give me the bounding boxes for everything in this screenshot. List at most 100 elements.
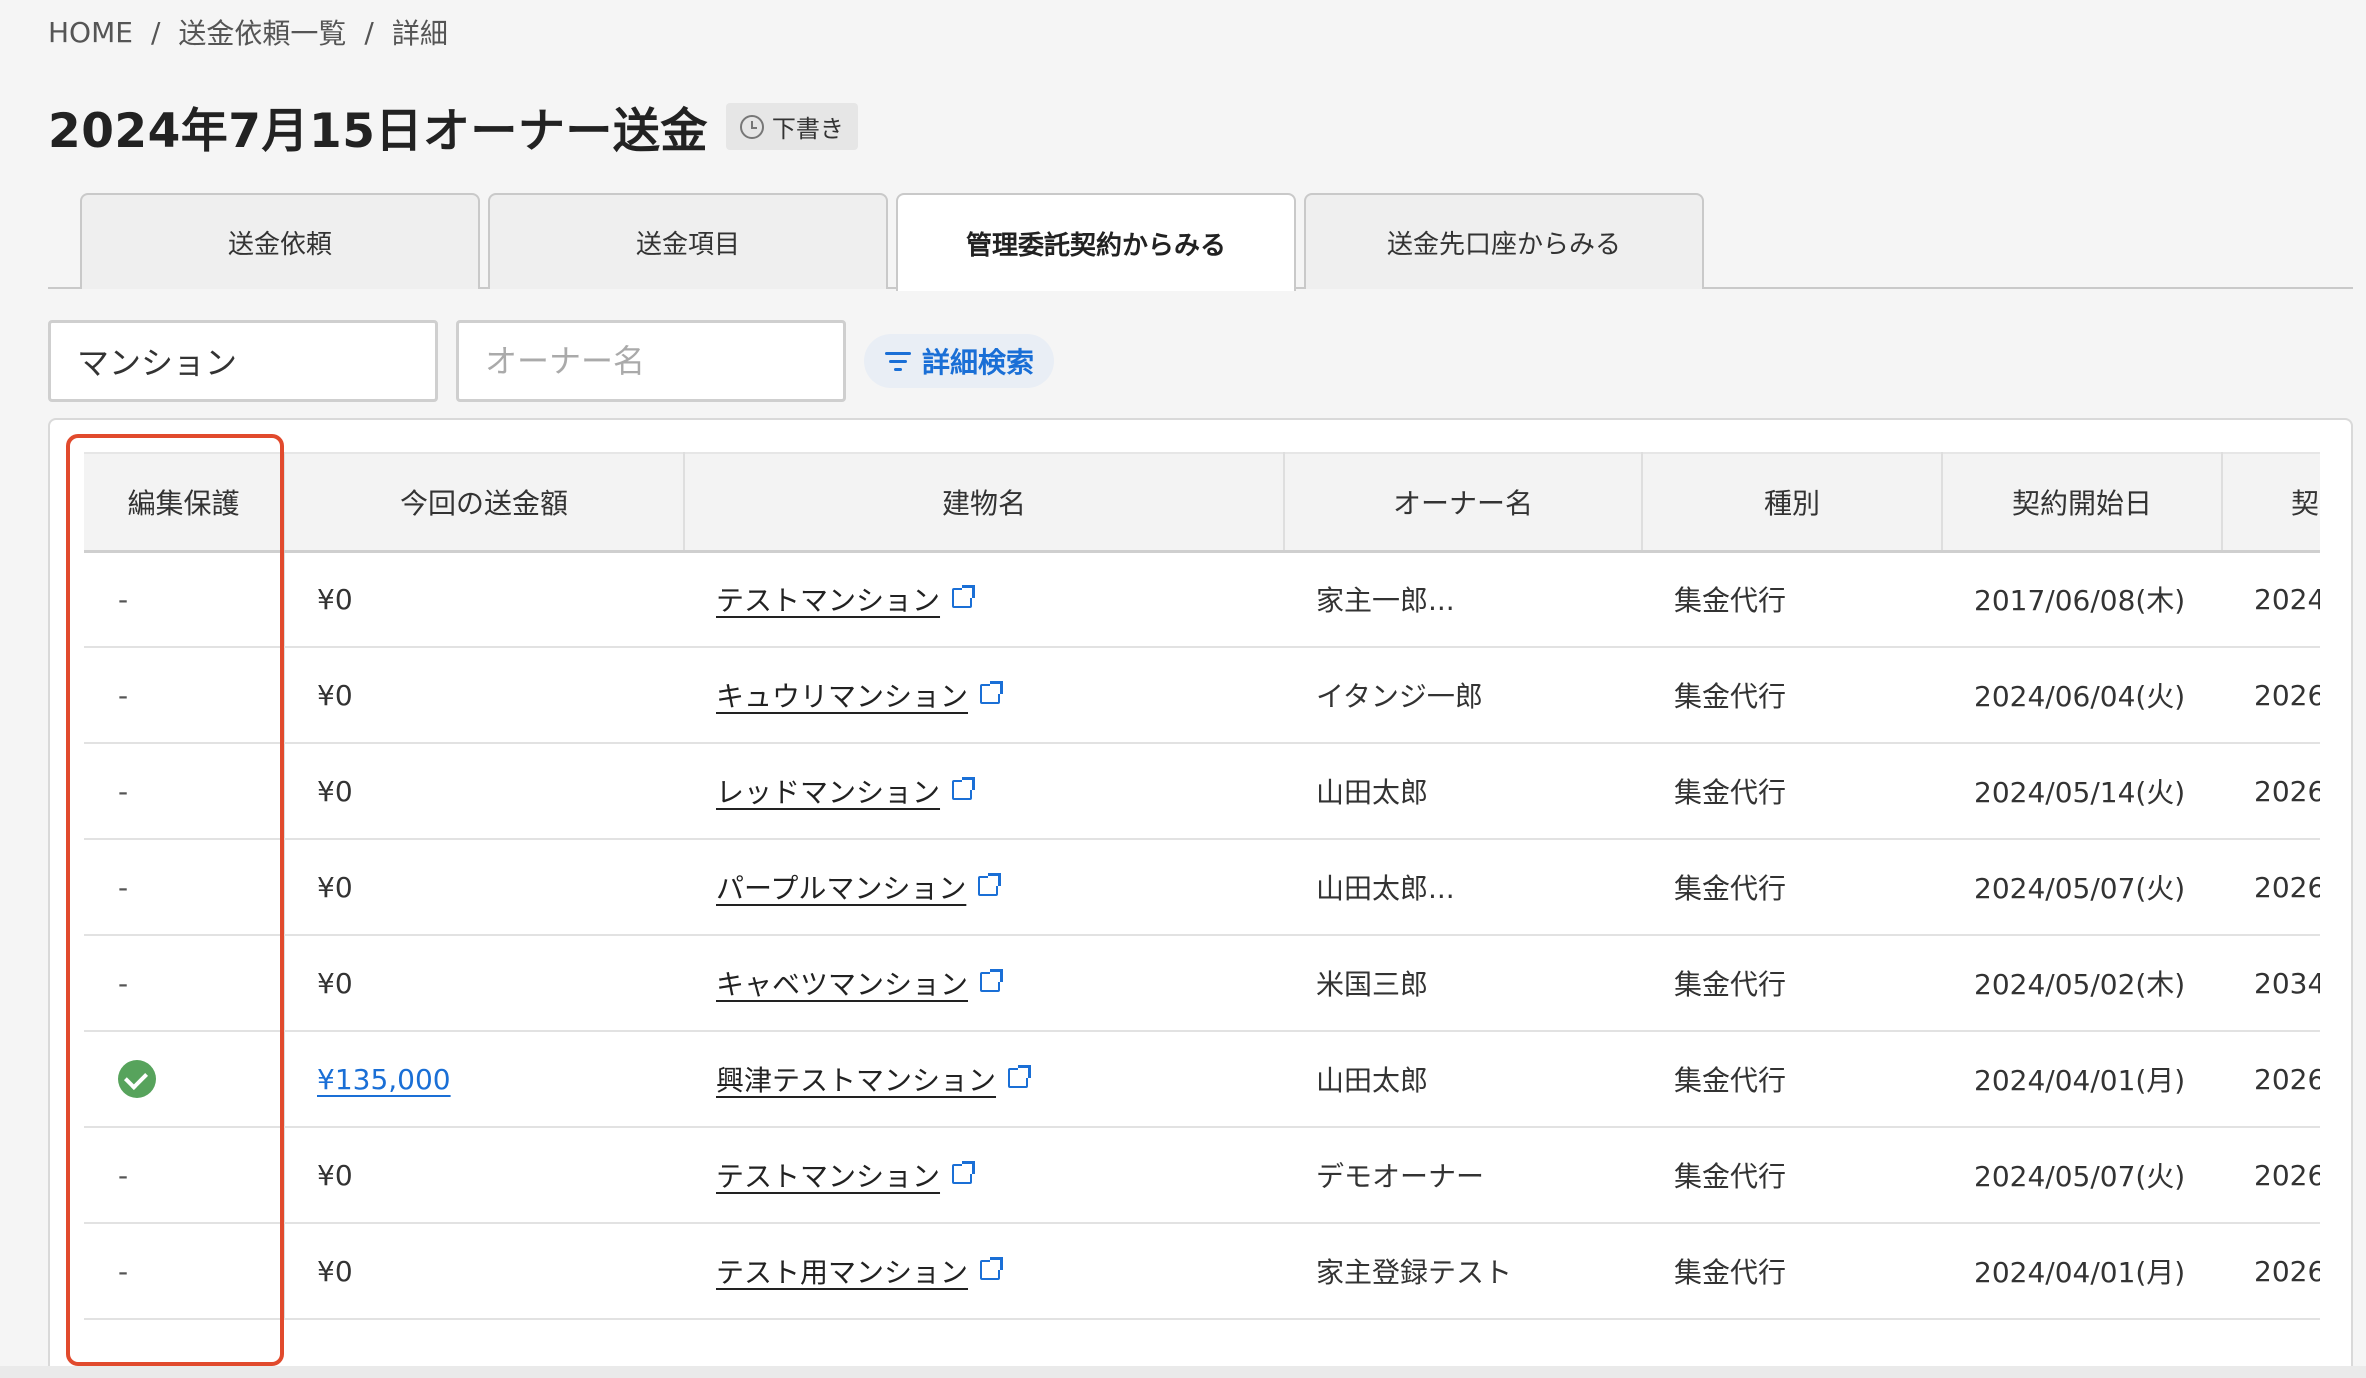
bottom-scrollbar[interactable] [0,1366,2366,1378]
owner-name-input[interactable] [456,320,846,402]
cell-building: キャベツマンション [684,935,1284,1032]
amount-link[interactable]: ¥135,000 [317,1063,451,1096]
contracts-table-scroll[interactable]: 編集保護 今回の送金額 建物名 オーナー名 種別 契約開始日 契 - ¥0 テストマ… [84,452,2320,1376]
column-header-start-date[interactable]: 契約開始日 [1942,452,2223,553]
amount-value: ¥0 [317,1254,353,1288]
clock-icon [739,114,764,139]
cell-start-date: 2024/05/14(火) [1942,743,2222,840]
building-link[interactable]: 興津テストマンション [716,1064,996,1097]
cell-type: 集金代行 [1642,1223,1942,1320]
building-link[interactable]: レッドマンション [716,776,940,809]
building-link[interactable]: キャベツマンション [716,968,968,1001]
breadcrumb: HOME / 送金依頼一覧 / 詳細 [48,12,448,52]
table-row: - ¥0 キャベツマンション 米国三郎 集金代行 2024/05/02(木) 2034 [84,935,2320,1032]
cell-type: 集金代行 [1642,647,1942,744]
cell-start-date: 2024/04/01(月) [1942,1223,2222,1320]
building-name-input[interactable] [48,320,438,402]
column-header-building[interactable]: 建物名 [684,452,1285,553]
building-link[interactable]: キュウリマンション [716,680,968,713]
cell-edit-protection: - [84,1223,285,1320]
external-link-icon[interactable] [952,777,976,800]
building-link[interactable]: テスト用マンション [716,1256,968,1289]
cell-edit-protection: - [84,647,285,744]
amount-value: ¥0 [317,774,353,808]
cell-edit-protection: - [84,551,285,648]
cell-end-date: 2026 [2222,647,2320,744]
status-badge: 下書き [725,103,858,150]
cell-owner: 家主一郎... [1284,551,1642,648]
breadcrumb-separator: / [364,15,374,49]
tab-remittance-request[interactable]: 送金依頼 [80,193,480,289]
column-header-edit-protection[interactable]: 編集保護 [84,452,285,553]
external-link-icon[interactable] [952,1161,976,1184]
cell-end-date: 2026 [2222,1127,2320,1224]
cell-end-date: 2026 [2222,743,2320,840]
cell-type: 集金代行 [1642,1127,1942,1224]
external-link-icon[interactable] [980,969,1004,992]
cell-building: パープルマンション [684,839,1284,936]
cell-type: 集金代行 [1642,1031,1942,1128]
breadcrumb-separator: / [150,15,161,49]
cell-edit-protection: - [84,743,285,840]
protect-dash: - [118,678,129,712]
amount-value: ¥0 [317,1158,353,1192]
table-row: ¥135,000 興津テストマンション 山田太郎 集金代行 2024/04/01(月) 2… [84,1031,2320,1128]
protect-dash: - [118,774,129,808]
table-header-row: 編集保護 今回の送金額 建物名 オーナー名 種別 契約開始日 契 [84,452,2320,553]
advanced-search-button[interactable]: 詳細検索 [864,334,1055,388]
contracts-table-card: 編集保護 今回の送金額 建物名 オーナー名 種別 契約開始日 契 - ¥0 テストマ… [48,418,2353,1378]
cell-amount: ¥0 [284,1223,684,1320]
external-link-icon[interactable] [1008,1065,1032,1088]
cell-start-date: 2024/05/07(火) [1942,1127,2222,1224]
breadcrumb-remittance-list[interactable]: 送金依頼一覧 [178,12,346,52]
cell-type: 集金代行 [1642,743,1942,840]
column-header-end-date[interactable]: 契 [2222,452,2320,553]
building-link[interactable]: パープルマンション [716,872,966,905]
column-header-amount[interactable]: 今回の送金額 [284,452,685,553]
cell-building: 興津テストマンション [684,1031,1284,1128]
table-row: - ¥0 キュウリマンション イタンジ一郎 集金代行 2024/06/04(火) 2026 [84,647,2320,744]
cell-owner: 山田太郎 [1284,743,1642,840]
cell-amount: ¥0 [284,839,684,936]
cell-edit-protection: - [84,839,285,936]
breadcrumb-current: 詳細 [391,17,448,50]
external-link-icon[interactable] [980,681,1004,704]
tab-remittance-items[interactable]: 送金項目 [488,193,888,289]
cell-start-date: 2024/04/01(月) [1942,1031,2222,1128]
table-row: - ¥0 テストマンション デモオーナー 集金代行 2024/05/07(火) 2026 [84,1127,2320,1224]
cell-start-date: 2024/06/04(火) [1942,647,2222,744]
cell-start-date: 2024/05/07(火) [1942,839,2222,936]
cell-amount: ¥135,000 [284,1031,684,1128]
cell-amount: ¥0 [284,647,684,744]
title-row: 2024年7月15日オーナー送金 下書き [48,92,858,161]
check-circle-icon [118,1060,156,1098]
cell-end-date: 2034 [2222,935,2320,1032]
column-header-owner[interactable]: オーナー名 [1284,452,1643,553]
filter-bar: 詳細検索 [48,320,1055,402]
cell-building: テスト用マンション [684,1223,1284,1320]
building-link[interactable]: テストマンション [716,584,940,617]
cell-owner: 家主登録テスト [1284,1223,1642,1320]
building-link[interactable]: テストマンション [716,1160,940,1193]
cell-end-date: 2026 [2222,839,2320,936]
table-row: - ¥0 テストマンション 家主一郎... 集金代行 2017/06/08(木) 2024 [84,551,2320,648]
amount-value: ¥0 [317,678,353,712]
cell-building: キュウリマンション [684,647,1284,744]
cell-type: 集金代行 [1642,839,1942,936]
amount-value: ¥0 [317,966,353,1000]
status-badge-label: 下書き [771,115,844,143]
external-link-icon[interactable] [978,873,1002,896]
tab-management-contract[interactable]: 管理委託契約からみる [896,193,1296,291]
external-link-icon[interactable] [952,585,976,609]
table-row: - ¥0 レッドマンション 山田太郎 集金代行 2024/05/14(火) 2026 [84,743,2320,840]
column-header-type[interactable]: 種別 [1642,452,1943,553]
cell-end-date: 2024 [2222,551,2320,648]
external-link-icon[interactable] [980,1257,1004,1280]
cell-owner: 山田太郎 [1284,1031,1642,1128]
breadcrumb-home[interactable]: HOME [48,16,133,49]
cell-amount: ¥0 [284,551,684,648]
cell-owner: 山田太郎... [1284,839,1642,936]
tab-destination-account[interactable]: 送金先口座からみる [1304,193,1704,289]
cell-type: 集金代行 [1642,551,1942,648]
table-row: - ¥0 パープルマンション 山田太郎... 集金代行 2024/05/07(火) 2026 [84,839,2320,936]
